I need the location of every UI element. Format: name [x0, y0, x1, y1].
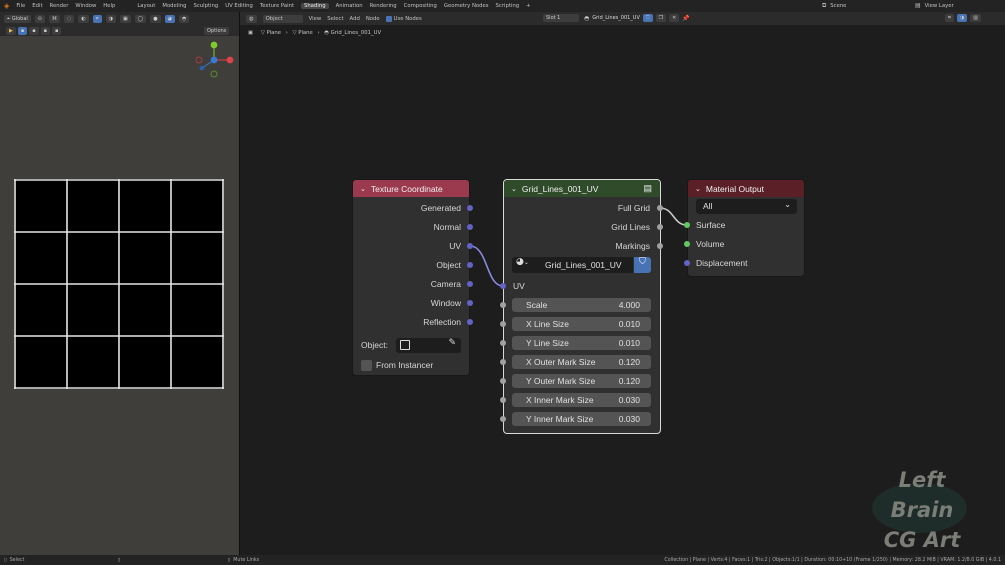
socket-reflection[interactable]	[467, 319, 473, 325]
node-group-icon[interactable]: ▤	[643, 183, 652, 194]
socket-surface[interactable]	[684, 222, 690, 228]
collapse-chevron-icon[interactable]: ⌄	[695, 185, 701, 193]
output-markings: Markings	[615, 241, 650, 251]
node-tree-name: Grid_Lines_001_UV	[545, 260, 622, 270]
param-y-outer-mark-size-field[interactable]: Y Outer Mark Size 0.120	[512, 374, 651, 388]
socket-uv[interactable]	[467, 243, 473, 249]
mouse-right-icon: ▯	[227, 557, 231, 563]
render-target-dropdown[interactable]: All ⌄	[696, 199, 797, 214]
link-full-grid-surface	[659, 207, 688, 226]
socket-generated[interactable]	[467, 205, 473, 211]
socket-grid-lines[interactable]	[657, 224, 663, 230]
object-picker-field[interactable]: ✎	[396, 338, 461, 353]
render-target-value: All	[703, 201, 713, 211]
mouse-middle-icon: ▯	[117, 557, 121, 563]
from-instancer-label: From Instancer	[376, 360, 434, 370]
socket-camera[interactable]	[467, 281, 473, 287]
input-uv-label: UV	[513, 281, 525, 291]
fake-user-shield-icon[interactable]: ⛉	[634, 257, 651, 273]
socket-displacement[interactable]	[684, 260, 690, 266]
link-uv	[469, 245, 504, 287]
from-instancer-checkbox[interactable]	[361, 360, 372, 371]
output-window: Window	[430, 298, 461, 308]
input-surface-label: Surface	[696, 220, 726, 230]
socket-volume[interactable]	[684, 241, 690, 247]
param-y-inner-mark-size-field[interactable]: Y Inner Mark Size 0.030	[512, 412, 651, 426]
param-x-outer-mark-size-label: X Outer Mark Size	[526, 357, 596, 367]
socket-x-inner-mark-size[interactable]	[500, 397, 506, 403]
param-x-line-size-field[interactable]: X Line Size 0.010	[512, 317, 651, 331]
param-y-outer-mark-size-label: Y Outer Mark Size	[526, 376, 596, 386]
status-middle: Mute Links	[233, 557, 260, 563]
socket-y-outer-mark-size[interactable]	[500, 378, 506, 384]
socket-scale[interactable]	[500, 302, 506, 308]
watermark-line-1: Left Brain	[890, 468, 954, 522]
param-x-line-size-label: X Line Size	[526, 319, 569, 329]
collapse-chevron-icon[interactable]: ⌄	[511, 185, 517, 193]
node-tree-browse-button[interactable]: ◕⌄	[512, 257, 540, 273]
object-field-label: Object:	[361, 340, 388, 350]
output-full-grid: Full Grid	[617, 203, 650, 213]
param-scale-field[interactable]: Scale 4.000	[512, 298, 651, 312]
output-normal: Normal	[433, 222, 461, 232]
output-generated: Generated	[420, 203, 461, 213]
input-volume-label: Volume	[696, 239, 725, 249]
material-output-title: Material Output	[705, 183, 764, 194]
node-tree-icon: ◕	[516, 257, 524, 267]
dropdown-arrow-icon: ⌄	[523, 259, 529, 266]
param-y-outer-mark-size-value: 0.120	[618, 376, 640, 386]
socket-window[interactable]	[467, 300, 473, 306]
param-y-line-size-field[interactable]: Y Line Size 0.010	[512, 336, 651, 350]
socket-normal[interactable]	[467, 224, 473, 230]
chevron-down-icon: ⌄	[784, 200, 791, 209]
status-bar: ▯ Select ▯ ▯ Mute Links Collection | Pla…	[0, 555, 1005, 565]
socket-markings[interactable]	[657, 243, 663, 249]
param-scale-label: Scale	[526, 300, 548, 310]
eyedropper-icon[interactable]: ✎	[448, 338, 456, 348]
output-object: Object	[436, 260, 461, 270]
collapse-chevron-icon[interactable]: ⌄	[360, 185, 366, 193]
param-x-inner-mark-size-field[interactable]: X Inner Mark Size 0.030	[512, 393, 651, 407]
socket-y-inner-mark-size[interactable]	[500, 416, 506, 422]
texture-coordinate-title: Texture Coordinate	[370, 183, 443, 194]
material-output-header[interactable]: ⌄ Material Output	[688, 180, 804, 197]
object-cube-icon	[400, 340, 410, 350]
status-right: Collection | Plane | Verts:4 | Faces:1 |…	[664, 557, 1001, 563]
output-camera: Camera	[430, 279, 461, 289]
input-displacement-label: Displacement	[696, 258, 748, 268]
watermark-line-2: CG Art	[883, 528, 961, 552]
param-x-outer-mark-size-field[interactable]: X Outer Mark Size 0.120	[512, 355, 651, 369]
socket-full-grid[interactable]	[657, 205, 663, 211]
status-left: Select	[9, 557, 25, 563]
param-y-inner-mark-size-value: 0.030	[618, 414, 640, 424]
texture-coordinate-header[interactable]: ⌄ Texture Coordinate	[353, 180, 469, 197]
watermark-logo: Left Brain CG Art	[872, 465, 972, 552]
socket-object[interactable]	[467, 262, 473, 268]
param-y-line-size-value: 0.010	[618, 338, 640, 348]
group-node-title: Grid_Lines_001_UV	[521, 183, 599, 194]
param-x-inner-mark-size-label: X Inner Mark Size	[526, 395, 594, 405]
output-grid-lines: Grid Lines	[611, 222, 650, 232]
output-uv: UV	[449, 241, 461, 251]
output-reflection: Reflection	[423, 317, 461, 327]
socket-x-outer-mark-size[interactable]	[500, 359, 506, 365]
param-y-line-size-label: Y Line Size	[526, 338, 569, 348]
socket-y-line-size[interactable]	[500, 340, 506, 346]
param-x-outer-mark-size-value: 0.120	[618, 357, 640, 367]
param-x-inner-mark-size-value: 0.030	[618, 395, 640, 405]
group-node-header[interactable]: ⌄ Grid_Lines_001_UV ▤	[504, 180, 660, 197]
param-y-inner-mark-size-label: Y Inner Mark Size	[526, 414, 594, 424]
node-tree-name-field[interactable]: Grid_Lines_001_UV	[539, 257, 633, 273]
socket-uv-input[interactable]	[500, 283, 506, 289]
param-x-line-size-value: 0.010	[618, 319, 640, 329]
mouse-left-icon: ▯	[4, 557, 7, 563]
socket-x-line-size[interactable]	[500, 321, 506, 327]
param-scale-value: 4.000	[618, 300, 640, 310]
